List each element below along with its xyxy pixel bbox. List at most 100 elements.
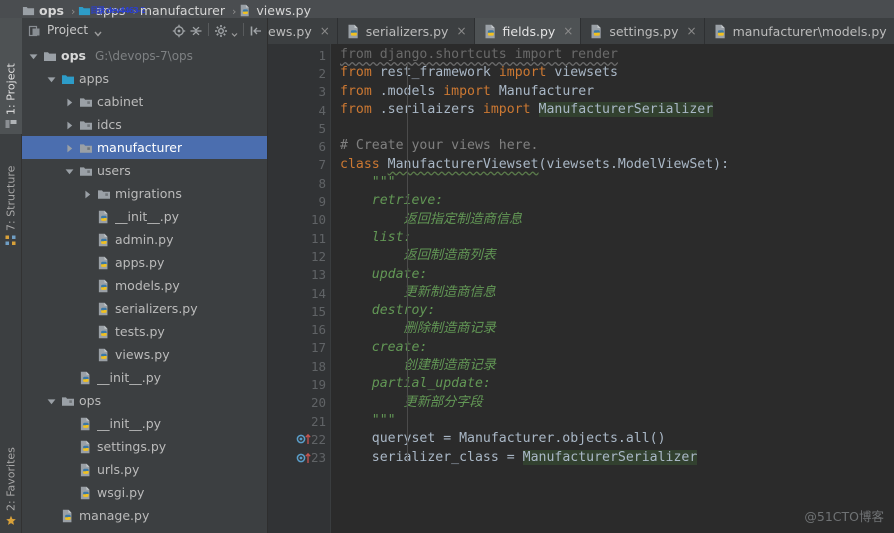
gutter-divider bbox=[330, 44, 331, 533]
python-file-icon bbox=[97, 256, 111, 270]
chevron-right-icon[interactable] bbox=[64, 96, 75, 107]
tool-window-tab-favorites[interactable]: 2: Favorites bbox=[0, 410, 22, 530]
chevron-right-icon[interactable] bbox=[64, 119, 75, 130]
breadcrumb-item[interactable]: apps 目录 dev4463-2 bbox=[78, 3, 146, 18]
editor-tab[interactable]: fields.py × bbox=[474, 18, 582, 44]
editor-tab[interactable]: settings.py × bbox=[581, 18, 705, 44]
editor-code-area[interactable]: from django.shortcuts import render from … bbox=[330, 44, 894, 533]
breadcrumb-item[interactable]: manufacturer bbox=[140, 3, 225, 18]
toolbar-divider-2 bbox=[243, 23, 244, 36]
tree-arrow-placeholder bbox=[82, 303, 93, 314]
gutter-line[interactable]: 18 bbox=[268, 357, 330, 375]
gutter-line[interactable]: 23 bbox=[268, 449, 340, 467]
gutter-line[interactable]: 15 bbox=[268, 302, 330, 320]
breadcrumb-label: ops bbox=[39, 3, 64, 18]
tree-row[interactable]: serializers.py bbox=[22, 297, 267, 320]
override-method-icon[interactable] bbox=[296, 432, 312, 446]
project-tree[interactable]: ops G:\devops-7\ops apps cabinet idcs manufac… bbox=[22, 41, 267, 533]
locate-icon[interactable] bbox=[172, 23, 186, 37]
tree-row[interactable]: views.py bbox=[22, 343, 267, 366]
tree-row[interactable]: users bbox=[22, 159, 267, 182]
gutter-line[interactable]: 5 bbox=[268, 119, 330, 137]
gutter-line[interactable]: 11 bbox=[268, 229, 330, 247]
gutter-line[interactable]: 3 bbox=[268, 83, 330, 101]
tree-row[interactable]: cabinet bbox=[22, 90, 267, 113]
tree-row[interactable]: tests.py bbox=[22, 320, 267, 343]
gutter-line[interactable]: 21 bbox=[268, 412, 340, 430]
gutter-line[interactable]: 20 bbox=[268, 394, 330, 412]
editor-gutter[interactable]: 1 2 3 4 5 6 7 8 9 10 11 12 13 14 15 16 17 18 19 20 21 22 23 bbox=[268, 44, 340, 533]
gutter-line[interactable]: 8 bbox=[268, 174, 340, 192]
chevron-down-icon[interactable] bbox=[46, 73, 57, 84]
code-editor[interactable]: 1 2 3 4 5 6 7 8 9 10 11 12 13 14 15 16 17 18 19 20 21 22 23 fr… bbox=[268, 44, 894, 533]
chevron-down-icon[interactable] bbox=[46, 395, 57, 406]
tree-row[interactable]: ops G:\devops-7\ops bbox=[22, 44, 267, 67]
line-number: 20 bbox=[310, 395, 326, 411]
project-view-icon bbox=[28, 23, 42, 37]
tree-row[interactable]: apps.py bbox=[22, 251, 267, 274]
editor-tab[interactable]: serializers.py × bbox=[337, 18, 475, 44]
tree-row[interactable]: __init__.py bbox=[22, 205, 267, 228]
tree-row-label: migrations bbox=[115, 186, 182, 201]
chevron-down-icon[interactable] bbox=[93, 23, 103, 37]
tree-row[interactable]: migrations bbox=[22, 182, 267, 205]
gutter-line[interactable]: 12 bbox=[268, 247, 330, 265]
line-number: 15 bbox=[310, 303, 326, 319]
gutter-line[interactable]: 14 bbox=[268, 284, 330, 302]
breadcrumb: ops › apps 目录 dev4463-2 › manufacturer › views.… bbox=[0, 0, 894, 18]
gutter-line[interactable]: 19 bbox=[268, 375, 330, 393]
tool-window-tab-structure[interactable]: 7: Structure bbox=[0, 138, 22, 250]
tree-row-label: settings.py bbox=[97, 439, 167, 454]
tree-row[interactable]: wsgi.py bbox=[22, 481, 267, 504]
tree-row[interactable]: manage.py bbox=[22, 504, 267, 527]
override-method-icon[interactable] bbox=[296, 451, 312, 465]
tree-row[interactable]: models.py bbox=[22, 274, 267, 297]
breadcrumb-item[interactable]: views.py bbox=[239, 3, 311, 18]
line-number: 5 bbox=[318, 120, 326, 136]
gutter-line[interactable]: 13 bbox=[268, 266, 330, 284]
tree-row[interactable]: __init__.py bbox=[22, 412, 267, 435]
gutter-line[interactable]: 1 bbox=[268, 46, 340, 64]
collapse-all-icon[interactable] bbox=[189, 23, 203, 37]
chevron-right-icon[interactable] bbox=[64, 142, 75, 153]
tree-row[interactable]: idcs bbox=[22, 113, 267, 136]
gutter-line[interactable]: 4 bbox=[268, 101, 340, 119]
close-icon[interactable]: × bbox=[687, 24, 697, 38]
gutter-line[interactable]: 6 bbox=[268, 137, 330, 155]
hide-panel-icon[interactable] bbox=[249, 23, 263, 37]
gutter-line[interactable]: 9 bbox=[268, 192, 330, 210]
chevron-right-icon[interactable] bbox=[82, 188, 93, 199]
gear-icon[interactable] bbox=[214, 23, 228, 37]
tree-row[interactable]: settings.py bbox=[22, 435, 267, 458]
gutter-line[interactable]: 10 bbox=[268, 211, 330, 229]
breadcrumb-item[interactable]: ops bbox=[22, 3, 64, 18]
line-number: 6 bbox=[318, 139, 326, 155]
tree-row-label: apps.py bbox=[115, 255, 165, 270]
gutter-line[interactable]: 16 bbox=[268, 320, 330, 338]
gutter-line[interactable]: 17 bbox=[268, 339, 330, 357]
close-icon[interactable]: × bbox=[563, 24, 573, 38]
editor-tab[interactable]: manufacturer\models.py× bbox=[704, 18, 894, 44]
tool-window-tab-project[interactable]: 1: Project bbox=[0, 18, 22, 134]
close-icon[interactable]: × bbox=[320, 24, 330, 38]
editor-tab[interactable]: ews.py × bbox=[268, 18, 338, 44]
gear-chevron-down-icon[interactable] bbox=[231, 23, 238, 37]
chevron-down-icon[interactable] bbox=[64, 165, 75, 176]
tree-row[interactable]: urls.py bbox=[22, 458, 267, 481]
tree-row[interactable]: apps bbox=[22, 67, 267, 90]
tree-row[interactable]: admin.py bbox=[22, 228, 267, 251]
tree-row-selected[interactable]: manufacturer bbox=[22, 136, 267, 159]
gutter-line[interactable]: 2 bbox=[268, 64, 330, 82]
tree-row[interactable]: ops bbox=[22, 389, 267, 412]
tree-row[interactable]: __init__.py bbox=[22, 366, 267, 389]
editor-tab-bar: ews.py × serializers.py × fields.py × settings… bbox=[268, 18, 894, 44]
tree-row-label: views.py bbox=[115, 347, 170, 362]
chevron-down-icon[interactable] bbox=[28, 50, 39, 61]
gutter-line[interactable]: 7 bbox=[268, 156, 340, 174]
editor-tab-label: ews.py bbox=[268, 23, 312, 39]
close-icon[interactable]: × bbox=[456, 24, 466, 38]
pycharm-window: ops › apps 目录 dev4463-2 › manufacturer › views.… bbox=[0, 0, 894, 533]
editor-tab-label: settings.py bbox=[609, 23, 679, 39]
indent-guide bbox=[407, 62, 408, 462]
gutter-line[interactable]: 22 bbox=[268, 430, 330, 448]
